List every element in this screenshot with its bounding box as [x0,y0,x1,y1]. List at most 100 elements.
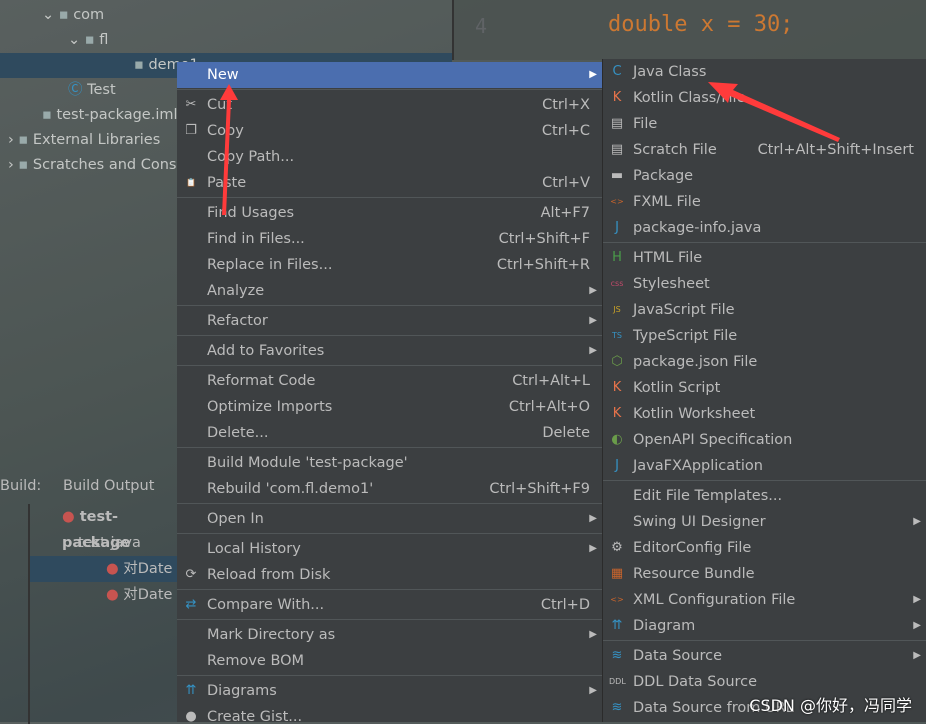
menu-item-label: EditorConfig File [633,540,752,556]
menu-item-copy[interactable]: ❐ Copy Ctrl+C [177,118,602,144]
menu-item-label: File [633,116,658,132]
shortcut: Ctrl+X [542,97,590,113]
menu-item-typescript-file[interactable]: TS TypeScript File [603,323,926,349]
fxml-file-icon: <> [610,197,624,206]
shortcut: Ctrl+Shift+R [496,257,590,273]
menu-item-html-file[interactable]: H HTML File [603,245,926,271]
package-json-file-icon: ⬡ [611,354,623,369]
menu-item-refactor[interactable]: Refactor ▶ [177,308,602,334]
build-item[interactable]: ● test-package [30,504,178,551]
menu-item-reload-from-disk[interactable]: ⟳ Reload from Disk [177,562,602,588]
menu-item-kotlin-script[interactable]: K Kotlin Script [603,375,926,401]
menu-item-find-in-files[interactable]: Find in Files... Ctrl+Shift+F [177,226,602,252]
menu-item-stylesheet[interactable]: css Stylesheet [603,271,926,297]
menu-item-find-usages[interactable]: Find Usages Alt+F7 [177,200,602,226]
menu-item-paste[interactable]: 📋 Paste Ctrl+V [177,170,602,196]
menu-item-label: Find in Files... [207,231,305,247]
menu-item-kotlin-worksheet[interactable]: K Kotlin Worksheet [603,401,926,427]
kotlin-class-file-icon: K [612,90,622,105]
menu-item-diagram[interactable]: ⇈ Diagram ▶ [603,613,926,639]
menu-item-copy-path[interactable]: Copy Path... [177,144,602,170]
menu-item-reformat-code[interactable]: Reformat Code Ctrl+Alt+L [177,368,602,394]
menu-item-diagrams[interactable]: ⇈ Diagrams ▶ [177,678,602,704]
scratch-file-icon: ▤ [610,142,624,157]
javafxapplication-icon: J [615,458,619,473]
menu-item-xml-configuration-file[interactable]: <> XML Configuration File ▶ [603,587,926,613]
menu-item-mark-directory-as[interactable]: Mark Directory as ▶ [177,622,602,648]
menu-item-label: Cut [207,97,232,113]
menu-item-java-class[interactable]: C Java Class [603,59,926,85]
menu-item-swing-ui-designer[interactable]: Swing UI Designer ▶ [603,509,926,535]
code-line[interactable]: double x = 30; [608,12,793,37]
menu-item-delete[interactable]: Delete... Delete [177,420,602,446]
shortcut: Alt+F7 [540,205,590,221]
menu-item-resource-bundle[interactable]: ▦ Resource Bundle [603,561,926,587]
menu-item-build-module-test-package[interactable]: Build Module 'test-package' [177,450,602,476]
menu-item-label: Replace in Files... [207,257,333,273]
submenu-arrow-icon: ▶ [589,315,597,326]
menu-item-rebuild-com-fl-demo1[interactable]: Rebuild 'com.fl.demo1' Ctrl+Shift+F9 [177,476,602,502]
menu-item-add-to-favorites[interactable]: Add to Favorites ▶ [177,338,602,364]
build-output-tab[interactable]: Build Output [63,478,154,494]
menu-item-kotlin-class-file[interactable]: K Kotlin Class/File [603,85,926,111]
menu-item-label: Kotlin Worksheet [633,406,756,422]
menu-item-optimize-imports[interactable]: Optimize Imports Ctrl+Alt+O [177,394,602,420]
build-item[interactable]: ● 对Date [30,556,178,582]
build-item[interactable]: ● 对Date [30,582,178,608]
menu-item-openapi-specification[interactable]: ◐ OpenAPI Specification [603,427,926,453]
tree-item[interactable]: ▪ test-package.iml [42,103,178,128]
menu-item-package[interactable]: ▬ Package [603,163,926,189]
tree-item[interactable]: Ⓒ Test [68,78,116,103]
menu-item-fxml-file[interactable]: <> FXML File [603,189,926,215]
menu-item-javafxapplication[interactable]: J JavaFXApplication [603,453,926,479]
tree-item[interactable]: › ▪ External Libraries [8,128,160,153]
chevron-icon[interactable]: › [8,132,18,148]
error-icon: ● [106,587,124,603]
chevron-icon[interactable]: › [8,157,18,173]
shortcut: Ctrl+Alt+L [512,373,590,389]
create-gist-icon: ● [185,709,197,722]
submenu-arrow-icon: ▶ [589,345,597,356]
chevron-icon[interactable]: ⌄ [42,7,59,23]
menu-item-label: Build Module 'test-package' [207,455,408,471]
error-icon: ● [62,509,80,525]
cut-icon: ✂ [185,97,197,112]
folder-icon: ▪ [58,7,74,23]
menu-item-label: Rebuild 'com.fl.demo1' [207,481,374,497]
menu-item-javascript-file[interactable]: JS JavaScript File [603,297,926,323]
menu-item-edit-file-templates[interactable]: Edit File Templates... [603,483,926,509]
menu-item-label: Delete... [207,425,269,441]
menu-item-compare-with[interactable]: ⇄ Compare With... Ctrl+D [177,592,602,618]
xml-configuration-file-icon: <> [610,595,624,604]
compare-with-icon: ⇄ [185,597,197,612]
menu-item-open-in[interactable]: Open In ▶ [177,506,602,532]
chevron-icon[interactable]: ⌄ [68,32,85,48]
tree-item[interactable]: ⌄ ▪ com [42,3,104,28]
typescript-file-icon: TS [612,331,622,340]
menu-item-local-history[interactable]: Local History ▶ [177,536,602,562]
menu-item-scratch-file[interactable]: ▤ Scratch File Ctrl+Alt+Shift+Insert [603,137,926,163]
menu-item-replace-in-files[interactable]: Replace in Files... Ctrl+Shift+R [177,252,602,278]
diagrams-icon: ⇈ [185,683,197,698]
package-info-java-icon: J [615,220,619,235]
menu-item-package-info-java[interactable]: Jpackage-info.java [603,215,926,241]
menu-item-remove-bom[interactable]: Remove BOM [177,648,602,674]
menu-item-analyze[interactable]: Analyze ▶ [177,278,602,304]
menu-item-create-gist[interactable]: ● Create Gist... [177,704,602,722]
menu-item-new[interactable]: New ▶ [177,62,602,88]
submenu-arrow-icon: ▶ [589,513,597,524]
menu-item-cut[interactable]: ✂ Cut Ctrl+X [177,92,602,118]
menu-item-file[interactable]: ▤ File [603,111,926,137]
folder-icon: ▪ [84,32,100,48]
tree-item-label: test-package.iml [56,107,178,123]
java-class-icon: Ⓒ [68,82,88,98]
menu-item-data-source[interactable]: ≋ Data Source ▶ [603,643,926,669]
menu-item-label: FXML File [633,194,701,210]
menu-item-editorconfig-file[interactable]: ⚙ EditorConfig File [603,535,926,561]
menu-item-package-json-file[interactable]: ⬡ package.json File [603,349,926,375]
package-icon: ▬ [610,168,624,183]
menu-item-label: TypeScript File [633,328,738,344]
build-item[interactable]: test.java [30,530,178,556]
tree-item[interactable]: ⌄ ▪ fl [68,28,108,53]
ddl-data-source-icon: DDL [609,677,626,686]
